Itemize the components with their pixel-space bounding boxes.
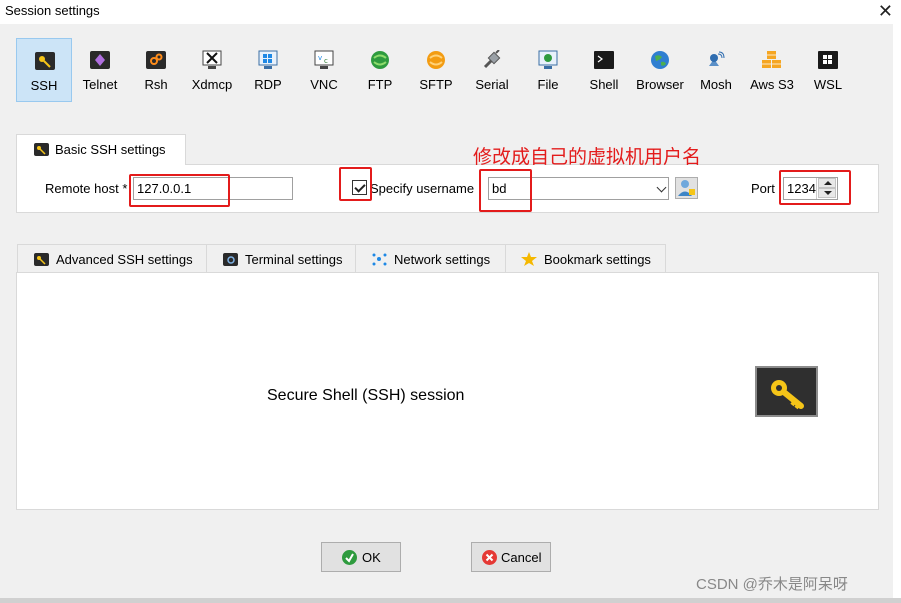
session-type-xdmcp[interactable]: Xdmcp [184, 38, 240, 102]
check-icon [342, 550, 357, 565]
highlight-box-remote-host [129, 174, 230, 207]
tab-network-settings[interactable]: Network settings [355, 244, 506, 273]
session-type-label: SFTP [419, 77, 453, 92]
close-icon[interactable]: ✕ [878, 1, 893, 21]
ok-button[interactable]: OK [321, 542, 401, 572]
tab-label: Advanced SSH settings [56, 252, 193, 267]
ok-label: OK [362, 550, 381, 565]
terminal-icon [223, 253, 238, 266]
session-type-rsh[interactable]: Rsh [128, 38, 184, 102]
watermark: CSDN @乔木是阿呆呀 [696, 576, 848, 593]
cancel-icon [482, 550, 497, 565]
shell-icon [593, 49, 615, 71]
session-type-label: Serial [475, 77, 509, 92]
session-type-shell[interactable]: Shell [576, 38, 632, 102]
vnc-icon: vc [313, 49, 335, 71]
session-type-label: Aws S3 [750, 77, 794, 92]
port-label: Port [751, 181, 775, 196]
user-icon [678, 180, 695, 196]
tab-terminal-settings[interactable]: Terminal settings [206, 244, 356, 273]
rsh-icon [145, 49, 167, 71]
tab-label: Bookmark settings [544, 252, 651, 267]
session-type-browser[interactable]: Browser [632, 38, 688, 102]
star-icon [521, 251, 537, 266]
window-edge [893, 24, 901, 603]
session-type-wsl[interactable]: WSL [800, 38, 856, 102]
window-title: Session settings [5, 3, 100, 18]
svg-text:c: c [324, 57, 328, 65]
mosh-icon [705, 49, 727, 71]
wsl-icon [817, 49, 839, 71]
session-type-file[interactable]: File [520, 38, 576, 102]
session-type-rdp[interactable]: RDP [240, 38, 296, 102]
session-type-label: RDP [254, 77, 282, 92]
specify-username-label: Specify username [370, 181, 475, 196]
session-type-label: WSL [813, 77, 843, 92]
telnet-icon [89, 49, 111, 71]
aws-s3-icon [761, 49, 783, 71]
window-bottom-edge [0, 598, 901, 603]
tab-advanced-ssh-settings[interactable]: Advanced SSH settings [17, 244, 207, 273]
serial-icon [481, 49, 503, 71]
session-type-ssh[interactable]: SSH [16, 38, 72, 102]
tab-label: Terminal settings [245, 252, 343, 267]
cancel-button[interactable]: Cancel [471, 542, 551, 572]
browser-icon [649, 49, 671, 71]
session-type-label: Mosh [700, 77, 732, 92]
highlight-box-checkbox [339, 167, 372, 201]
session-type-label: Xdmcp [191, 77, 233, 92]
session-type-label: Telnet [82, 77, 118, 92]
ssh-key-icon [34, 253, 49, 266]
file-icon [537, 49, 559, 71]
ftp-icon [369, 49, 391, 71]
session-type-mosh[interactable]: Mosh [688, 38, 744, 102]
rdp-icon [257, 49, 279, 71]
annotation-text: 修改成自己的虚拟机用户名 [473, 147, 702, 168]
session-type-label: Rsh [144, 77, 168, 92]
highlight-box-port [779, 170, 851, 205]
session-type-label: Browser [636, 77, 684, 92]
session-type-label: SSH [30, 78, 58, 93]
tab-basic-ssh-settings[interactable]: Basic SSH settings [16, 134, 186, 165]
tab-bookmark-settings[interactable]: Bookmark settings [505, 244, 666, 273]
session-type-aws-s3[interactable]: Aws S3 [744, 38, 800, 102]
session-type-vnc[interactable]: vc VNC [296, 38, 352, 102]
remote-host-label: Remote host * [45, 181, 128, 196]
session-type-ftp[interactable]: FTP [352, 38, 408, 102]
session-type-label: File [537, 77, 559, 92]
svg-text:v: v [318, 54, 322, 62]
large-key-icon [755, 366, 818, 417]
user-manager-button[interactable] [675, 177, 698, 199]
tab-label: Network settings [394, 252, 491, 267]
title-bar: Session settings ✕ [0, 0, 901, 24]
session-type-sftp[interactable]: SFTP [408, 38, 464, 102]
cancel-label: Cancel [501, 550, 542, 565]
ssh-key-icon [34, 50, 56, 72]
session-type-label: Shell [589, 77, 619, 92]
session-type-label: VNC [310, 77, 338, 92]
ssh-key-icon [34, 143, 49, 156]
chevron-down-icon[interactable] [656, 182, 667, 193]
session-type-telnet[interactable]: Telnet [72, 38, 128, 102]
tab-label: Basic SSH settings [55, 142, 166, 157]
network-icon [372, 253, 387, 266]
session-type-label: FTP [367, 77, 393, 92]
sftp-icon [425, 49, 447, 71]
highlight-box-username [479, 169, 532, 212]
xdmcp-icon [201, 49, 223, 71]
session-description: Secure Shell (SSH) session [267, 387, 465, 404]
session-type-serial[interactable]: Serial [464, 38, 520, 102]
